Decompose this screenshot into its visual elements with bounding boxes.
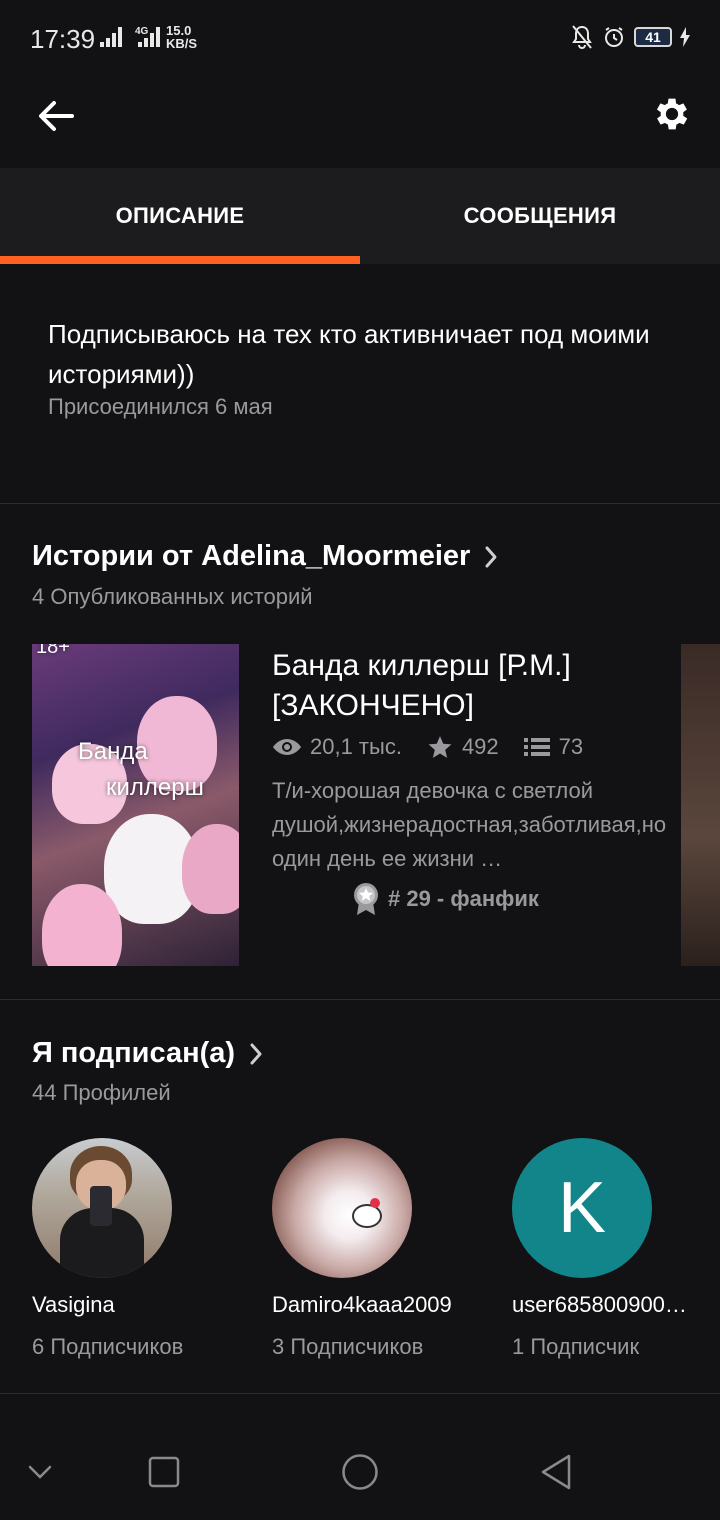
chevron-right-icon bbox=[250, 1043, 262, 1064]
signal-4g-icon bbox=[138, 27, 160, 47]
profile-followers: 1 Подписчик bbox=[512, 1334, 640, 1359]
divider bbox=[0, 503, 720, 504]
profile-card[interactable]: Damiro4kaaa2009 3 Подписчиков bbox=[272, 1138, 472, 1360]
status-time: 17:39 bbox=[30, 24, 96, 54]
cover-figure bbox=[182, 824, 239, 914]
following-header[interactable]: Я подписан(а) bbox=[32, 1037, 263, 1070]
triangle-back-icon bbox=[541, 1454, 571, 1490]
status-icons: 41 bbox=[570, 24, 690, 50]
award-icon bbox=[354, 883, 378, 915]
system-nav-bar bbox=[0, 1424, 720, 1520]
parts-stat: 73 bbox=[523, 734, 583, 760]
eye-icon bbox=[273, 739, 301, 755]
story-description: Т/и-хорошая девочка с светлой душой,жизн… bbox=[272, 778, 667, 871]
cover-age-badge: 18+ bbox=[36, 644, 70, 658]
settings-button[interactable] bbox=[646, 88, 698, 140]
avatar[interactable]: K bbox=[512, 1138, 652, 1278]
following-count: 44 Профилей bbox=[32, 1080, 171, 1105]
stories-header[interactable]: Истории от Adelina_Moormeier bbox=[32, 540, 498, 573]
profile-followers: 3 Подписчиков bbox=[272, 1334, 424, 1359]
tab-description[interactable]: ОПИСАНИЕ bbox=[0, 168, 360, 264]
star-icon bbox=[428, 736, 452, 758]
bell-muted-icon bbox=[572, 25, 592, 49]
circle-icon bbox=[342, 1454, 378, 1490]
story-title[interactable]: Банда киллерш [Р.М.] [ЗАКОНЧЕНО] bbox=[272, 646, 672, 726]
status-bar: 17:39 4G 15.0 KB/S 41 bbox=[0, 0, 720, 76]
story-cover-next[interactable] bbox=[681, 644, 720, 966]
network-speed: 15.0 KB/S bbox=[166, 23, 198, 51]
reads-stat: 20,1 тыс. bbox=[272, 734, 402, 760]
cover-title-line: Банда bbox=[78, 738, 148, 765]
profile-card[interactable]: Vasigina 6 Подписчиков bbox=[32, 1138, 232, 1360]
arrow-left-icon bbox=[39, 101, 74, 131]
square-icon bbox=[148, 1456, 180, 1488]
nav-collapse-button[interactable] bbox=[14, 1446, 66, 1498]
profile-name: user685800900… bbox=[512, 1292, 687, 1317]
avatar-letter: K bbox=[557, 1168, 607, 1248]
chevron-right-icon bbox=[485, 546, 497, 567]
charging-icon bbox=[680, 27, 690, 47]
profile-tabs: ОПИСАНИЕ СООБЩЕНИЯ bbox=[0, 168, 720, 264]
avatar[interactable] bbox=[272, 1138, 412, 1278]
nav-back-button[interactable] bbox=[530, 1446, 582, 1498]
story-stats: 20,1 тыс. 492 73 bbox=[272, 734, 607, 760]
profile-card[interactable]: K user685800900… 1 Подписчик bbox=[512, 1138, 712, 1360]
back-button[interactable] bbox=[30, 90, 82, 142]
story-cover[interactable]: 18+ Банда киллерш bbox=[32, 644, 239, 966]
divider bbox=[0, 999, 720, 1000]
profile-name: Vasigina bbox=[32, 1292, 115, 1317]
avatar[interactable] bbox=[32, 1138, 172, 1278]
list-icon bbox=[523, 738, 550, 756]
tab-messages[interactable]: СООБЩЕНИЯ bbox=[360, 168, 720, 264]
story-rank: # 29 - фанфик bbox=[352, 882, 539, 916]
cover-title-line: киллерш bbox=[106, 774, 204, 801]
joined-date: Присоединился 6 мая bbox=[48, 394, 273, 419]
top-bar bbox=[0, 76, 720, 168]
divider bbox=[0, 1393, 720, 1394]
nav-recents-button[interactable] bbox=[138, 1446, 190, 1498]
stories-count: 4 Опубликованных историй bbox=[32, 584, 313, 609]
profile-followers: 6 Подписчиков bbox=[32, 1334, 184, 1359]
gear-icon bbox=[656, 98, 688, 130]
signal-icon bbox=[100, 27, 122, 47]
chevron-down-icon bbox=[28, 1465, 52, 1479]
battery-icon: 41 bbox=[634, 27, 672, 47]
alarm-icon bbox=[605, 27, 623, 47]
votes-stat: 492 bbox=[426, 734, 499, 760]
cover-figure bbox=[42, 884, 122, 966]
nav-home-button[interactable] bbox=[334, 1446, 386, 1498]
profile-name: Damiro4kaaa2009 bbox=[272, 1292, 452, 1317]
profile-description: Подписываюсь на тех кто активничает под … bbox=[48, 319, 650, 389]
